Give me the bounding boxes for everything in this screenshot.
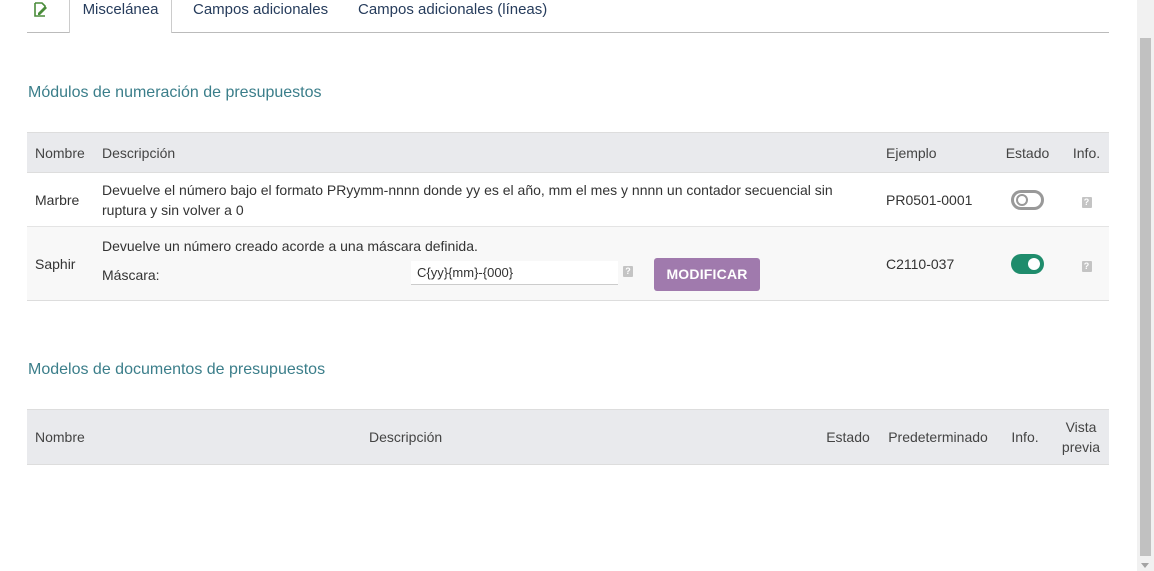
module-description-text: Devuelve el número bajo el formato PRyym…: [102, 181, 833, 218]
col-status: Estado: [991, 132, 1064, 173]
page: Miscelánea Campos adicionales Campos adi…: [0, 0, 1137, 571]
module-name: Marbre: [35, 191, 80, 208]
col-status: Estado: [817, 409, 879, 465]
question-icon[interactable]: ?: [623, 265, 633, 277]
col-default: Predeterminado: [879, 409, 997, 465]
tab-bar: Miscelánea Campos adicionales Campos adi…: [27, 0, 1109, 33]
col-name: Nombre: [27, 409, 361, 465]
numbering-table: Nombre Descripción Ejemplo Estado Info. …: [27, 132, 1109, 301]
tab-miscelanea[interactable]: Miscelánea: [69, 0, 172, 33]
col-example: Ejemplo: [878, 132, 991, 173]
col-preview: Vista previa: [1053, 409, 1109, 465]
module-name: Saphir: [35, 255, 76, 272]
col-name: Nombre: [27, 132, 94, 173]
vertical-scrollbar[interactable]: [1137, 0, 1154, 571]
col-description: Descripción: [361, 409, 817, 465]
module-example: PR0501-0001: [886, 191, 973, 208]
question-icon[interactable]: ?: [1081, 260, 1092, 272]
module-description: Devuelve un número creado acorde a una m…: [94, 227, 878, 301]
mask-row: Máscara: ? MODIFICAR: [102, 257, 870, 292]
module-info: ?: [1064, 227, 1109, 301]
module-info: ?: [1064, 173, 1109, 227]
mask-input[interactable]: [411, 260, 618, 285]
status-toggle-off[interactable]: [1011, 189, 1044, 210]
numbering-section-title: Módulos de numeración de presupuestos: [28, 84, 322, 101]
models-section-title: Modelos de documentos de presupuestos: [28, 361, 326, 378]
col-info: Info.: [997, 409, 1053, 465]
tab-campos-adicionales-lineas[interactable]: Campos adicionales (líneas): [358, 0, 547, 33]
table-row: Marbre Devuelve el número bajo el format…: [27, 173, 1109, 227]
col-info: Info.: [1064, 132, 1109, 173]
mask-label: Máscara:: [102, 266, 160, 283]
numbering-header-row: Nombre Descripción Ejemplo Estado Info.: [27, 132, 1109, 173]
question-icon[interactable]: ?: [1081, 196, 1092, 208]
col-preview-line2: previa: [1061, 439, 1101, 455]
edit-document-icon[interactable]: [33, 2, 49, 18]
tab-campos-adicionales[interactable]: Campos adicionales: [193, 0, 328, 33]
module-example: C2110-037: [886, 255, 955, 272]
scrollbar-thumb[interactable]: [1140, 38, 1151, 556]
module-status: [991, 173, 1064, 227]
scroll-down-arrow-icon[interactable]: [1141, 563, 1149, 568]
module-description: Devuelve el número bajo el formato PRyym…: [94, 173, 878, 227]
table-row: Saphir Devuelve un número creado acorde …: [27, 226, 1109, 301]
models-header-row: Nombre Descripción Estado Predeterminado…: [27, 409, 1109, 465]
col-description: Descripción: [94, 132, 878, 173]
models-table: Nombre Descripción Estado Predeterminado…: [27, 409, 1109, 465]
modify-button[interactable]: MODIFICAR: [654, 257, 760, 291]
module-description-text: Devuelve un número creado acorde a una m…: [102, 237, 478, 254]
module-status: [991, 227, 1064, 301]
status-toggle-on[interactable]: [1011, 253, 1044, 274]
col-preview-line1: Vista: [1065, 419, 1097, 435]
